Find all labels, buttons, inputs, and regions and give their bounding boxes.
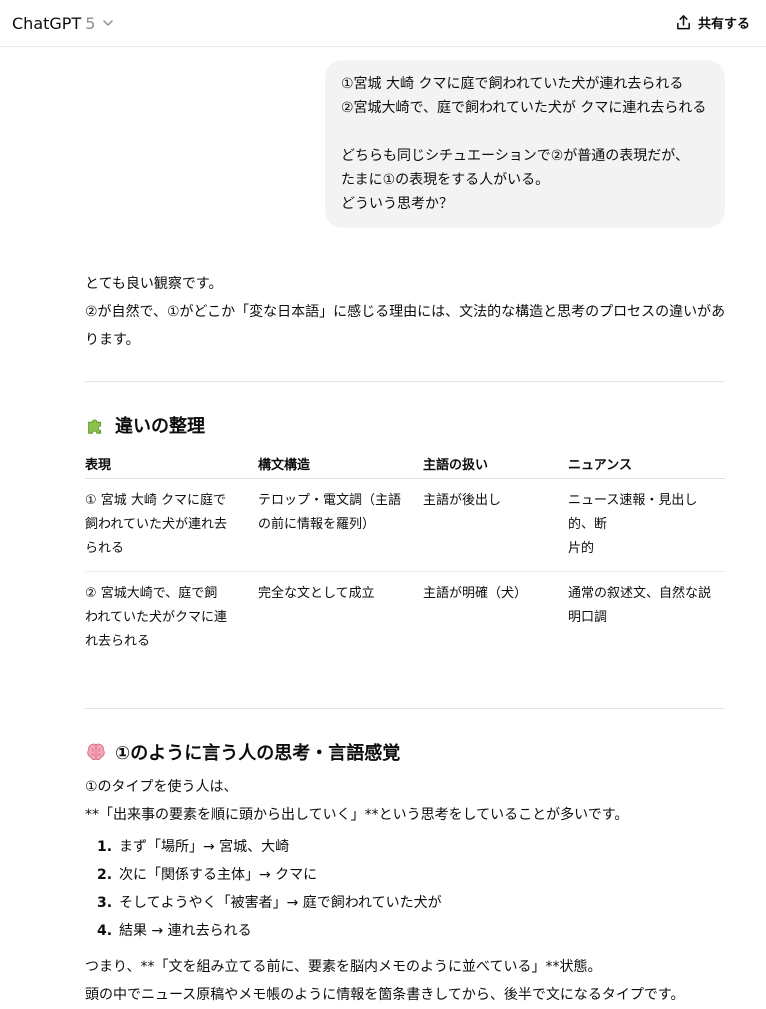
table-row: ② 宮城大崎で、庭で飼 われていた犬がクマに連 れ去られる 完全な文として成立 … xyxy=(85,572,725,665)
table-cell: ① 宮城 大崎 クマに庭で 飼われていた犬が連れ去 られる xyxy=(85,478,258,572)
table-cell: 主語が後出し xyxy=(423,478,568,572)
list-item-text: 結果 → 連れ去られる xyxy=(119,923,252,939)
list-item-number: 4. xyxy=(97,923,113,939)
user-message-line: ②宮城大崎で、庭で飼われていた犬が クマに連れ去られる xyxy=(341,100,707,116)
user-message-line: ①宮城 大崎 クマに庭で飼われていた犬が連れ去られる xyxy=(341,76,684,92)
model-selector[interactable]: ChatGPT 5 xyxy=(12,11,115,35)
table-header-cell: 主語の扱い xyxy=(423,448,568,479)
cell-line: 主語が明確（犬） xyxy=(423,586,528,601)
section-outro-line: 頭の中でニュース原稿やメモ帳のように情報を箇条書きしてから、後半で文になるタイプ… xyxy=(85,987,685,1003)
cell-line: 完全な文として成立 xyxy=(258,586,375,601)
table-cell: 完全な文として成立 xyxy=(258,572,423,665)
section-heading-thinking: ①のように言う人の思考・言語感覚 xyxy=(85,739,725,765)
cell-line: の前に情報を羅列） xyxy=(258,517,376,532)
user-message-line: どういう思考か？ xyxy=(341,196,453,212)
comparison-table: 表現 構文構造 主語の扱い ニュアンス ① 宮城 大崎 クマに庭で 飼われていた… xyxy=(85,448,725,664)
section-heading-differences: 違いの整理 xyxy=(85,412,725,438)
top-bar: ChatGPT 5 共有する xyxy=(0,0,766,47)
table-header-cell: 表現 xyxy=(85,448,258,479)
model-name: ChatGPT xyxy=(12,13,82,33)
table-cell: ニュース速報・見出し的、断 片的 xyxy=(568,478,725,572)
model-version: 5 xyxy=(85,13,96,33)
user-message-line: どちらも同じシチュエーションで②が普通の表現だが、 xyxy=(341,148,689,164)
thinking-steps-list: 1. まず「場所」→ 宮城、大崎 2. 次に「関係する主体」→ クマに 3. そ… xyxy=(85,833,725,945)
section-title: 違いの整理 xyxy=(115,416,205,437)
cell-line: われていた犬がクマに連 xyxy=(85,610,227,625)
list-item-text: まず「場所」→ 宮城、大崎 xyxy=(119,839,290,855)
list-item-number: 1. xyxy=(97,839,113,855)
list-item-text: そしてようやく「被害者」→ 庭で飼われていた犬が xyxy=(119,895,442,911)
brain-icon xyxy=(87,743,105,761)
cell-line: ① 宮城 大崎 クマに庭で xyxy=(85,493,227,508)
table-cell: 主語が明確（犬） xyxy=(423,572,568,665)
cell-line: 通常の叙述文、自然な説 xyxy=(568,586,712,601)
table-row: ① 宮城 大崎 クマに庭で 飼われていた犬が連れ去 られる テロップ・電文調（主… xyxy=(85,478,725,572)
chevron-down-icon xyxy=(103,20,114,26)
table-header-cell: ニュアンス xyxy=(568,448,725,479)
puzzle-icon xyxy=(88,419,102,434)
table-cell: テロップ・電文調（主語 の前に情報を羅列） xyxy=(258,478,423,572)
share-label: 共有する xyxy=(697,16,750,32)
assistant-message: とても良い観察です。 ②が自然で、①がどこか「変な日本語」に感じる理由には、文法… xyxy=(85,270,725,1009)
list-item: 2. 次に「関係する主体」→ クマに xyxy=(97,861,725,889)
cell-line: ② 宮城大崎で、庭で飼 xyxy=(85,586,218,601)
cell-line: 飼われていた犬が連れ去 xyxy=(85,517,227,532)
list-item-text: 次に「関係する主体」→ クマに xyxy=(119,867,318,883)
table-cell: ② 宮城大崎で、庭で飼 われていた犬がクマに連 れ去られる xyxy=(85,572,258,665)
section-title: ①のように言う人の思考・言語感覚 xyxy=(115,743,401,764)
list-item-number: 2. xyxy=(97,867,113,883)
answer-intro-line: ②が自然で、①がどこか「変な日本語」に感じる理由には、文法的な構造と思考のプロセ… xyxy=(85,304,726,320)
list-item: 3. そしてようやく「被害者」→ 庭で飼われていた犬が xyxy=(97,889,725,917)
cell-line: 片的 xyxy=(568,541,595,556)
cell-line: 主語が後出し xyxy=(423,493,502,508)
user-message-blank-line xyxy=(341,120,709,144)
table-header-cell: 構文構造 xyxy=(258,448,423,479)
share-icon xyxy=(677,14,690,29)
list-item: 4. 結果 → 連れ去られる xyxy=(97,917,725,945)
table-header-row: 表現 構文構造 主語の扱い ニュアンス xyxy=(85,448,725,479)
user-message-bubble: ①宮城 大崎 クマに庭で飼われていた犬が連れ去られる ②宮城大崎で、庭で飼われて… xyxy=(325,60,725,228)
user-message-line: たまに①の表現をする人がいる。 xyxy=(341,172,550,188)
cell-line: られる xyxy=(85,541,125,556)
section-lead-line: ①のタイプを使う人は、 xyxy=(85,779,238,795)
cell-line: れ去られる xyxy=(85,634,151,649)
cell-line: テロップ・電文調（主語 xyxy=(258,493,402,508)
section-lead-line: **「出来事の要素を順に頭から出していく」**という思考をしていることが多いです… xyxy=(85,807,629,823)
answer-intro-line: とても良い観察です。 xyxy=(85,276,223,292)
cell-line: ニュース速報・見出し的、断 xyxy=(568,493,698,532)
list-item: 1. まず「場所」→ 宮城、大崎 xyxy=(97,833,725,861)
list-item-number: 3. xyxy=(97,895,113,911)
cell-line: 明口調 xyxy=(568,610,608,625)
table-cell: 通常の叙述文、自然な説 明口調 xyxy=(568,572,725,665)
share-button[interactable]: 共有する xyxy=(675,10,750,34)
answer-intro-line: ります。 xyxy=(85,332,140,348)
section-outro-line: つまり、**「文を組み立てる前に、要素を脳内メモのように並べている」**状態。 xyxy=(85,959,602,975)
